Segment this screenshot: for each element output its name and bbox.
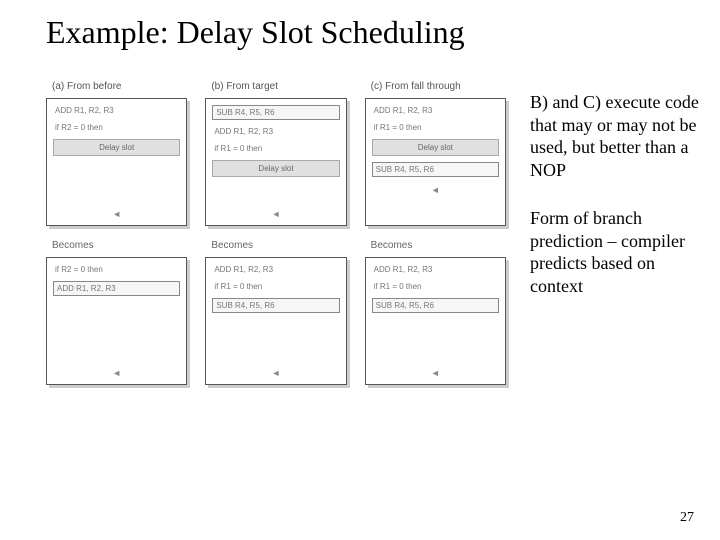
instruction-text: ADD R1, R2, R3 xyxy=(372,105,499,116)
col-a-label: (a) From before xyxy=(46,81,187,92)
slide-title: Example: Delay Slot Scheduling xyxy=(0,0,720,51)
col-c-top-box: ADD R1, R2, R3 if R1 = 0 then Delay slot… xyxy=(365,98,506,226)
note-paragraph-1: B) and C) execute code that may or may n… xyxy=(530,91,700,181)
col-c-label: (c) From fall through xyxy=(365,81,506,92)
becomes-label: Becomes xyxy=(52,240,187,251)
becomes-label: Becomes xyxy=(371,240,506,251)
col-b-label: (b) From target xyxy=(205,81,346,92)
col-a-top-box: ADD R1, R2, R3 if R2 = 0 then Delay slot… xyxy=(46,98,187,226)
moved-instruction: ADD R1, R2, R3 xyxy=(53,281,180,296)
col-b-top-box: SUB R4, R5, R6 ADD R1, R2, R3 if R1 = 0 … xyxy=(205,98,346,226)
arrow-icon: ◄ xyxy=(372,366,499,378)
delay-slot: Delay slot xyxy=(53,139,180,156)
slide-content: (a) From before ADD R1, R2, R3 if R2 = 0… xyxy=(0,51,720,393)
instruction-text: if R1 = 0 then xyxy=(372,281,499,292)
moved-instruction: SUB R4, R5, R6 xyxy=(372,298,499,313)
instruction-text: ADD R1, R2, R3 xyxy=(53,105,180,116)
becomes-label: Becomes xyxy=(211,240,346,251)
delay-slot: Delay slot xyxy=(372,139,499,156)
arrow-icon: ◄ xyxy=(53,366,180,378)
arrow-icon: ◄ xyxy=(212,207,339,219)
page-number: 27 xyxy=(680,510,694,526)
instruction-text: ADD R1, R2, R3 xyxy=(372,264,499,275)
note-paragraph-2: Form of branch prediction – compiler pre… xyxy=(530,207,700,297)
delay-slot: Delay slot xyxy=(212,160,339,177)
side-notes: B) and C) execute code that may or may n… xyxy=(506,81,700,393)
instruction-text: if R2 = 0 then xyxy=(53,264,180,275)
column-b: (b) From target SUB R4, R5, R6 ADD R1, R… xyxy=(205,81,346,393)
moved-instruction: SUB R4, R5, R6 xyxy=(212,298,339,313)
arrow-icon: ◄ xyxy=(53,207,180,219)
instruction-text: SUB R4, R5, R6 xyxy=(212,105,339,120)
col-a-bottom-box: if R2 = 0 then ADD R1, R2, R3 ◄ xyxy=(46,257,187,385)
instruction-text: SUB R4, R5, R6 xyxy=(372,162,499,177)
arrow-icon: ◄ xyxy=(372,183,499,195)
col-c-bottom-box: ADD R1, R2, R3 if R1 = 0 then SUB R4, R5… xyxy=(365,257,506,385)
diagram-area: (a) From before ADD R1, R2, R3 if R2 = 0… xyxy=(46,81,506,393)
arrow-icon: ◄ xyxy=(212,366,339,378)
instruction-text: if R1 = 0 then xyxy=(372,122,499,133)
instruction-text: if R1 = 0 then xyxy=(212,281,339,292)
col-b-bottom-box: ADD R1, R2, R3 if R1 = 0 then SUB R4, R5… xyxy=(205,257,346,385)
instruction-text: if R2 = 0 then xyxy=(53,122,180,133)
column-c: (c) From fall through ADD R1, R2, R3 if … xyxy=(365,81,506,393)
instruction-text: ADD R1, R2, R3 xyxy=(212,126,339,137)
instruction-text: if R1 = 0 then xyxy=(212,143,339,154)
instruction-text: ADD R1, R2, R3 xyxy=(212,264,339,275)
column-a: (a) From before ADD R1, R2, R3 if R2 = 0… xyxy=(46,81,187,393)
